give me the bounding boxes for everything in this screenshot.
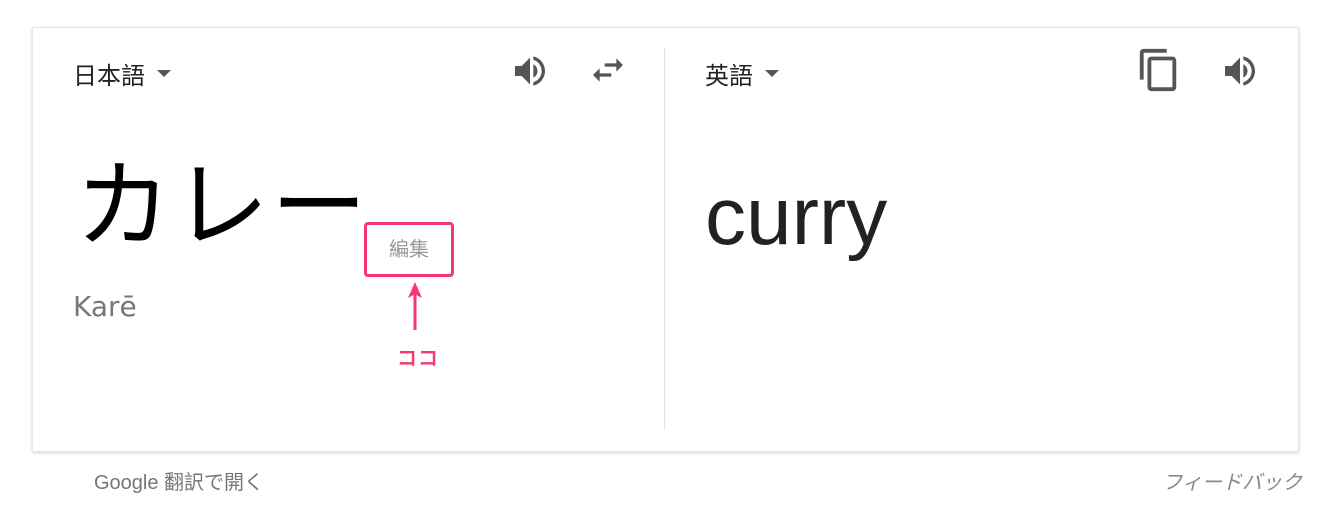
edit-highlight-box: 編集 [364,222,454,277]
target-language-select[interactable]: 英語 [705,56,779,91]
source-speaker-icon[interactable] [509,51,551,91]
arrow-up-icon [407,282,423,336]
translated-text[interactable]: curry [705,176,887,258]
translation-card: 日本語 カレー Karē 編集 ココ 英語 curry [32,27,1299,452]
copy-icon[interactable] [1136,46,1182,94]
source-language-label: 日本語 [73,62,145,90]
romanization-text: Karē [73,290,137,323]
feedback-link[interactable]: フィードバック [1162,466,1302,495]
edit-button[interactable]: 編集 [367,233,451,262]
dropdown-caret-icon [157,70,171,77]
target-speaker-icon[interactable] [1219,51,1261,91]
source-language-select[interactable]: 日本語 [73,56,171,91]
source-text[interactable]: カレー [75,158,369,254]
column-divider [664,48,665,430]
annotation-label: ココ [397,346,439,370]
target-language-label: 英語 [705,62,753,90]
dropdown-caret-icon [765,70,779,77]
swap-languages-icon[interactable] [586,50,630,90]
open-in-google-translate-link[interactable]: Google 翻訳で開く [94,466,264,495]
